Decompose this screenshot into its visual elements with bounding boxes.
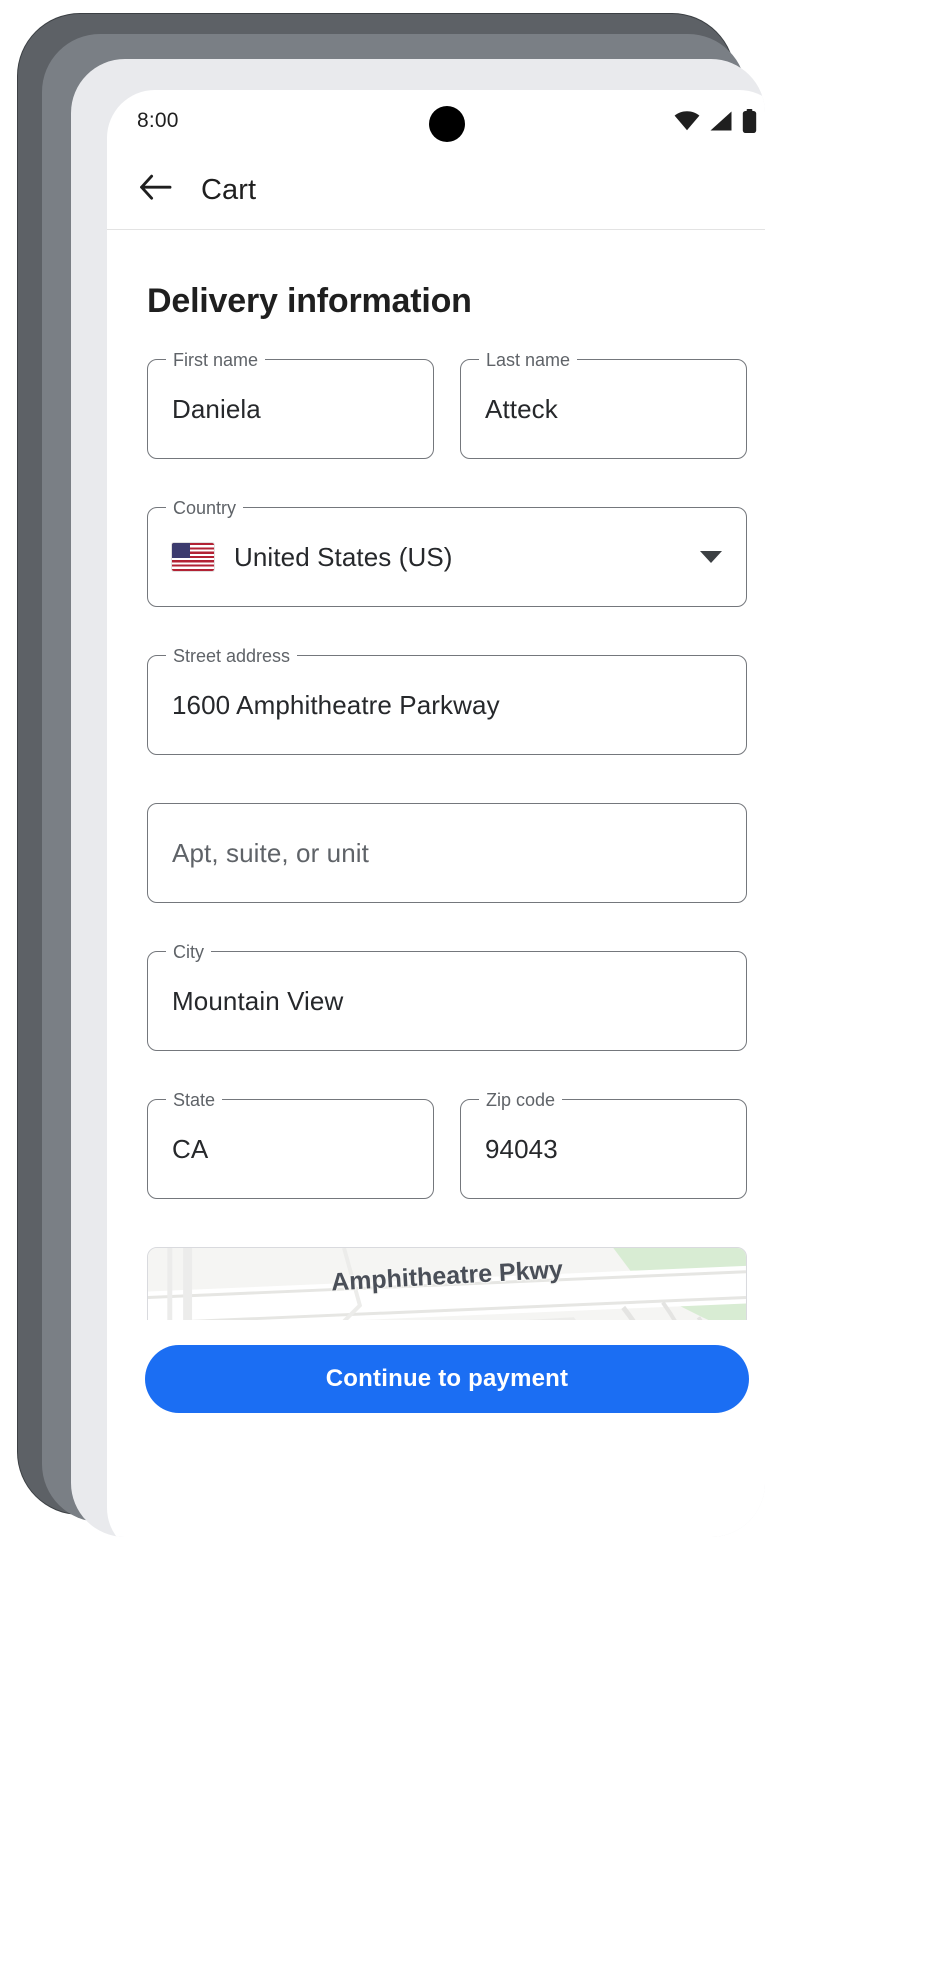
first-name-label: First name	[166, 349, 266, 371]
apt-suite-unit-placeholder: Apt, suite, or unit	[172, 837, 370, 868]
state-zip-row: State CA Zip code 94043	[147, 1089, 747, 1247]
country-label: Country	[166, 497, 244, 519]
status-bar-icons	[674, 109, 757, 133]
battery-icon	[742, 109, 757, 133]
first-name-value: Daniela	[172, 393, 261, 424]
status-bar: 8:00	[107, 90, 765, 152]
last-name-value: Atteck	[485, 393, 558, 424]
last-name-field[interactable]: Last name Atteck	[460, 349, 747, 459]
state-value: CA	[172, 1133, 209, 1164]
zip-code-field[interactable]: Zip code 94043	[460, 1089, 747, 1199]
section-heading: Delivery information	[147, 282, 472, 320]
phone-bezel: 8:00 Cart Delivery information First nam…	[42, 34, 765, 1537]
phone-screen: 8:00 Cart Delivery information First nam…	[107, 90, 765, 1537]
chevron-down-icon[interactable]	[700, 551, 722, 563]
country-value: United States (US)	[234, 541, 453, 572]
page-title: Cart	[201, 174, 257, 206]
zip-code-value: 94043	[485, 1133, 558, 1164]
city-label: City	[166, 941, 211, 963]
phone-frame: 8:00 Cart Delivery information First nam…	[18, 14, 765, 1537]
phone-inner-bezel: 8:00 Cart Delivery information First nam…	[71, 59, 765, 1537]
country-select[interactable]: Country United States (US)	[147, 497, 747, 607]
wifi-icon	[674, 111, 700, 131]
name-row: First name Daniela Last name Atteck	[147, 349, 747, 507]
city-field[interactable]: City Mountain View	[147, 941, 747, 1051]
delivery-form-scroll-area[interactable]: Delivery information First name Daniela …	[107, 230, 765, 1438]
last-name-label: Last name	[479, 349, 578, 371]
app-bar: Cart	[107, 152, 765, 230]
city-value: Mountain View	[172, 985, 344, 1016]
state-field[interactable]: State CA	[147, 1089, 434, 1199]
state-label: State	[166, 1089, 223, 1111]
front-camera-punch-hole	[429, 106, 465, 142]
back-button[interactable]	[133, 169, 177, 213]
bottom-action-bar: Continue to payment	[107, 1320, 765, 1438]
continue-to-payment-button[interactable]: Continue to payment	[145, 1345, 749, 1413]
screenshot-root: 8:00 Cart Delivery information First nam…	[0, 0, 952, 1974]
street-address-value: 1600 Amphitheatre Parkway	[172, 689, 500, 720]
street-address-field[interactable]: Street address 1600 Amphitheatre Parkway	[147, 645, 747, 755]
cell-signal-icon	[709, 111, 733, 131]
first-name-field[interactable]: First name Daniela	[147, 349, 434, 459]
arrow-back-icon	[138, 173, 172, 208]
zip-code-label: Zip code	[479, 1089, 563, 1111]
apt-suite-unit-field[interactable]: Apt, suite, or unit	[147, 803, 747, 903]
street-address-label: Street address	[166, 645, 298, 667]
us-flag-icon	[172, 543, 214, 571]
status-bar-clock: 8:00	[137, 109, 179, 132]
